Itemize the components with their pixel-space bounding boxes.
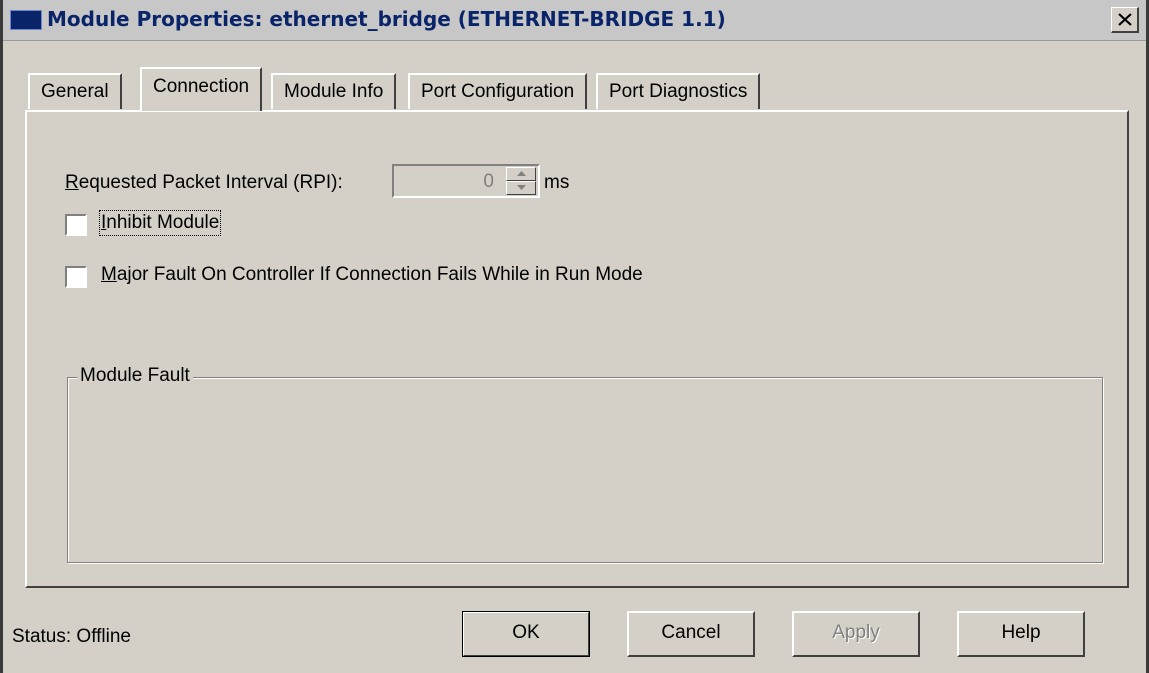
module-fault-legend: Module Fault (77, 365, 193, 387)
close-button[interactable] (1111, 7, 1139, 33)
rpi-label: Requested Packet Interval (RPI): (65, 172, 343, 194)
module-properties-dialog: Module Properties: ethernet_bridge (ETHE… (0, 0, 1149, 673)
major-fault-text: ajor Fault On Controller If Connection F… (116, 264, 643, 285)
rpi-label-accelerator: R (65, 172, 79, 193)
status-text: Status: Offline (12, 626, 131, 647)
inhibit-module-label[interactable]: Inhibit Module (98, 210, 222, 236)
help-button[interactable]: Help (957, 611, 1085, 657)
rpi-label-text: equested Packet Interval (RPI): (78, 172, 343, 193)
arrow-down-icon (517, 185, 526, 190)
apply-button[interactable]: Apply (792, 611, 920, 657)
spin-down-button[interactable] (506, 181, 536, 195)
close-icon (1118, 13, 1132, 26)
major-fault-checkbox[interactable] (65, 266, 87, 288)
cancel-button[interactable]: Cancel (627, 611, 755, 657)
arrow-up-icon (517, 171, 526, 176)
ok-button[interactable]: OK (462, 611, 590, 657)
rpi-input[interactable]: 0 (392, 164, 540, 198)
spin-up-button[interactable] (506, 167, 536, 181)
tab-port-diagnostics[interactable]: Port Diagnostics (596, 73, 761, 109)
window-title: Module Properties: ethernet_bridge (ETHE… (47, 7, 726, 31)
inhibit-module-checkbox[interactable] (65, 214, 87, 236)
tab-general[interactable]: General (28, 73, 122, 109)
major-fault-accelerator: M (101, 264, 117, 285)
window-icon (10, 10, 42, 30)
rpi-value: 0 (483, 171, 494, 192)
tab-connection[interactable]: Connection (140, 67, 263, 111)
title-bar[interactable]: Module Properties: ethernet_bridge (ETHE… (3, 0, 1146, 41)
inhibit-text: nhibit Module (106, 212, 220, 233)
module-fault-group: Module Fault (67, 365, 1103, 563)
major-fault-label[interactable]: Major Fault On Controller If Connection … (101, 264, 643, 286)
tab-module-info[interactable]: Module Info (271, 73, 397, 109)
rpi-spinner[interactable] (506, 167, 536, 195)
rpi-unit-label: ms (544, 172, 570, 193)
tab-port-configuration[interactable]: Port Configuration (408, 73, 588, 109)
